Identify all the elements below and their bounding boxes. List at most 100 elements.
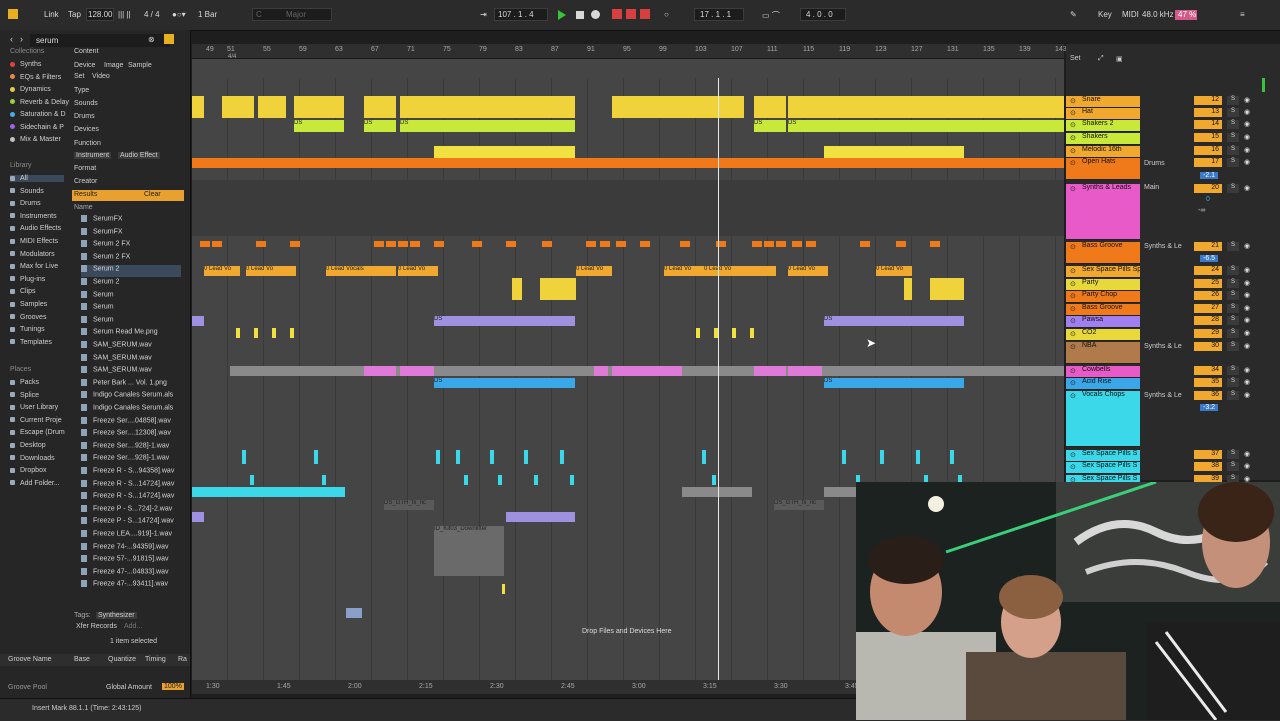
- volume-level-3[interactable]: -3.2: [1200, 404, 1219, 411]
- record-arm-icon[interactable]: ◉: [1244, 316, 1250, 324]
- record-arm-icon[interactable]: ◉: [1244, 108, 1250, 116]
- solo-button[interactable]: S: [1227, 291, 1239, 300]
- place-item[interactable]: Packs: [10, 379, 39, 386]
- solo-button[interactable]: S: [1227, 329, 1239, 338]
- library-item[interactable]: Modulators: [10, 251, 55, 258]
- vocal-chop-clip[interactable]: [490, 450, 494, 464]
- place-item[interactable]: Desktop: [10, 442, 46, 449]
- place-item[interactable]: Current Proje: [10, 417, 62, 424]
- riser-clip[interactable]: [192, 512, 204, 522]
- expand-icon[interactable]: ⤢: [1098, 55, 1104, 63]
- bass-note-clip[interactable]: [212, 241, 222, 247]
- track-header[interactable]: Melodic 16th: [1066, 146, 1140, 158]
- function-filter[interactable]: Function: [74, 140, 101, 147]
- time-signature[interactable]: 4 / 4: [144, 10, 160, 19]
- track-fold-icon[interactable]: ⊙: [1070, 463, 1076, 471]
- solo-button[interactable]: S: [1227, 242, 1239, 251]
- library-item[interactable]: All: [10, 175, 64, 182]
- play-icon[interactable]: [558, 10, 566, 20]
- library-item[interactable]: Clips: [10, 288, 36, 295]
- track-number[interactable]: 21: [1194, 242, 1222, 251]
- bass-note-clip[interactable]: [434, 241, 444, 247]
- track-fold-icon[interactable]: ⊙: [1070, 392, 1076, 400]
- solo-button[interactable]: S: [1227, 462, 1239, 471]
- result-item[interactable]: Freeze Ser....928]-1.wav: [81, 441, 181, 454]
- solo-button[interactable]: S: [1227, 266, 1239, 275]
- track-header[interactable]: Sex Space Pills S: [1066, 462, 1140, 474]
- place-item[interactable]: Downloads: [10, 455, 55, 462]
- cowbell-clip[interactable]: [754, 366, 786, 376]
- fx-clip[interactable]: DS_GTH_fx_ric: [384, 500, 434, 510]
- small-clip[interactable]: [346, 608, 362, 618]
- place-item[interactable]: User Library: [10, 404, 58, 411]
- co2-clip[interactable]: [254, 328, 258, 338]
- track-fold-icon[interactable]: ⊙: [1070, 305, 1076, 313]
- result-item[interactable]: Serum: [81, 303, 181, 315]
- place-item[interactable]: Add Folder...: [10, 480, 60, 487]
- result-item[interactable]: Freeze R - S...94358].wav: [81, 467, 181, 479]
- vocal-chop-clip[interactable]: [436, 450, 440, 464]
- result-item[interactable]: Serum 2: [81, 265, 181, 278]
- solo-button[interactable]: S: [1227, 184, 1239, 193]
- result-item[interactable]: Freeze R - S...14724].wav: [81, 479, 181, 492]
- stop-icon[interactable]: [576, 11, 584, 19]
- bass-note-clip[interactable]: [680, 241, 690, 247]
- session-record-icon[interactable]: [640, 9, 650, 19]
- cowbell-clip[interactable]: [612, 366, 682, 376]
- automation-arm-icon[interactable]: [626, 9, 636, 19]
- loop-icon[interactable]: ○: [664, 10, 669, 19]
- name-column-header[interactable]: Name: [74, 204, 93, 211]
- tag-add[interactable]: Add...: [124, 623, 142, 630]
- drum-clip[interactable]: [788, 96, 1064, 118]
- track-number[interactable]: 20: [1194, 184, 1222, 193]
- filter-audio-effect[interactable]: Audio Effect: [118, 152, 160, 159]
- lead-vocal-clip[interactable]: 0 Lead Vocals: [326, 266, 396, 276]
- link-button[interactable]: Link: [44, 10, 59, 19]
- vocal-chop-clip[interactable]: [524, 450, 528, 464]
- record-arm-icon[interactable]: ◉: [1244, 242, 1250, 250]
- place-item[interactable]: Escape (Drum: [10, 429, 65, 436]
- lead-vocal-clip[interactable]: 0 Lead Vo: [576, 266, 612, 276]
- solo-button[interactable]: S: [1227, 304, 1239, 313]
- track-header[interactable]: NBA: [1066, 342, 1140, 364]
- devices-filter[interactable]: Devices: [74, 126, 99, 133]
- vocal-chop-clip[interactable]: [534, 475, 538, 485]
- bass-note-clip[interactable]: [792, 241, 802, 247]
- record-arm-icon[interactable]: ◉: [1244, 329, 1250, 337]
- track-fold-icon[interactable]: ⊙: [1070, 267, 1076, 275]
- browser-menu-icon[interactable]: [164, 34, 174, 44]
- result-item[interactable]: Indigo Canales Serum.als: [81, 404, 181, 416]
- track-header[interactable]: Sex Space Pills S: [1066, 450, 1140, 462]
- result-item[interactable]: Freeze P - S...724]-2.wav: [81, 504, 181, 517]
- vocal-clip[interactable]: [192, 487, 345, 497]
- track-fold-icon[interactable]: ⊙: [1070, 121, 1076, 129]
- collection-item[interactable]: Dynamics: [10, 86, 51, 93]
- track-fold-icon[interactable]: ⊙: [1070, 292, 1076, 300]
- bass-note-clip[interactable]: [806, 241, 816, 247]
- result-item[interactable]: Freeze LEA....919]-1.wav: [81, 530, 181, 542]
- ds-clip[interactable]: DS: [294, 120, 344, 132]
- result-item[interactable]: Serum 2 FX: [81, 240, 181, 252]
- filter-device[interactable]: Device: [74, 62, 95, 69]
- browser-toggle-icon[interactable]: [8, 9, 18, 19]
- record-arm-icon[interactable]: ◉: [1244, 96, 1250, 104]
- content-filter[interactable]: Content: [74, 48, 99, 55]
- solo-button[interactable]: S: [1227, 279, 1239, 288]
- solo-button[interactable]: S: [1227, 316, 1239, 325]
- bass-note-clip[interactable]: [410, 241, 420, 247]
- ds-clip[interactable]: DS: [400, 120, 575, 132]
- volume-level-2[interactable]: -6.5: [1200, 255, 1219, 262]
- result-item[interactable]: Freeze R - S...14724].wav: [81, 492, 181, 504]
- solo-button[interactable]: S: [1227, 378, 1239, 387]
- track-number[interactable]: 15: [1194, 133, 1222, 142]
- bass-note-clip[interactable]: [398, 241, 408, 247]
- global-amount-value[interactable]: 100%: [162, 683, 184, 690]
- library-item[interactable]: Samples: [10, 301, 47, 308]
- vocal-clip[interactable]: [824, 487, 858, 497]
- track-fold-icon[interactable]: ⊙: [1070, 97, 1076, 105]
- bass-note-clip[interactable]: [586, 241, 596, 247]
- bass-note-clip[interactable]: [616, 241, 626, 247]
- track-fold-icon[interactable]: ⊙: [1070, 147, 1076, 155]
- forward-icon[interactable]: ›: [20, 34, 23, 44]
- result-item[interactable]: SAM_SERUM.wav: [81, 353, 181, 366]
